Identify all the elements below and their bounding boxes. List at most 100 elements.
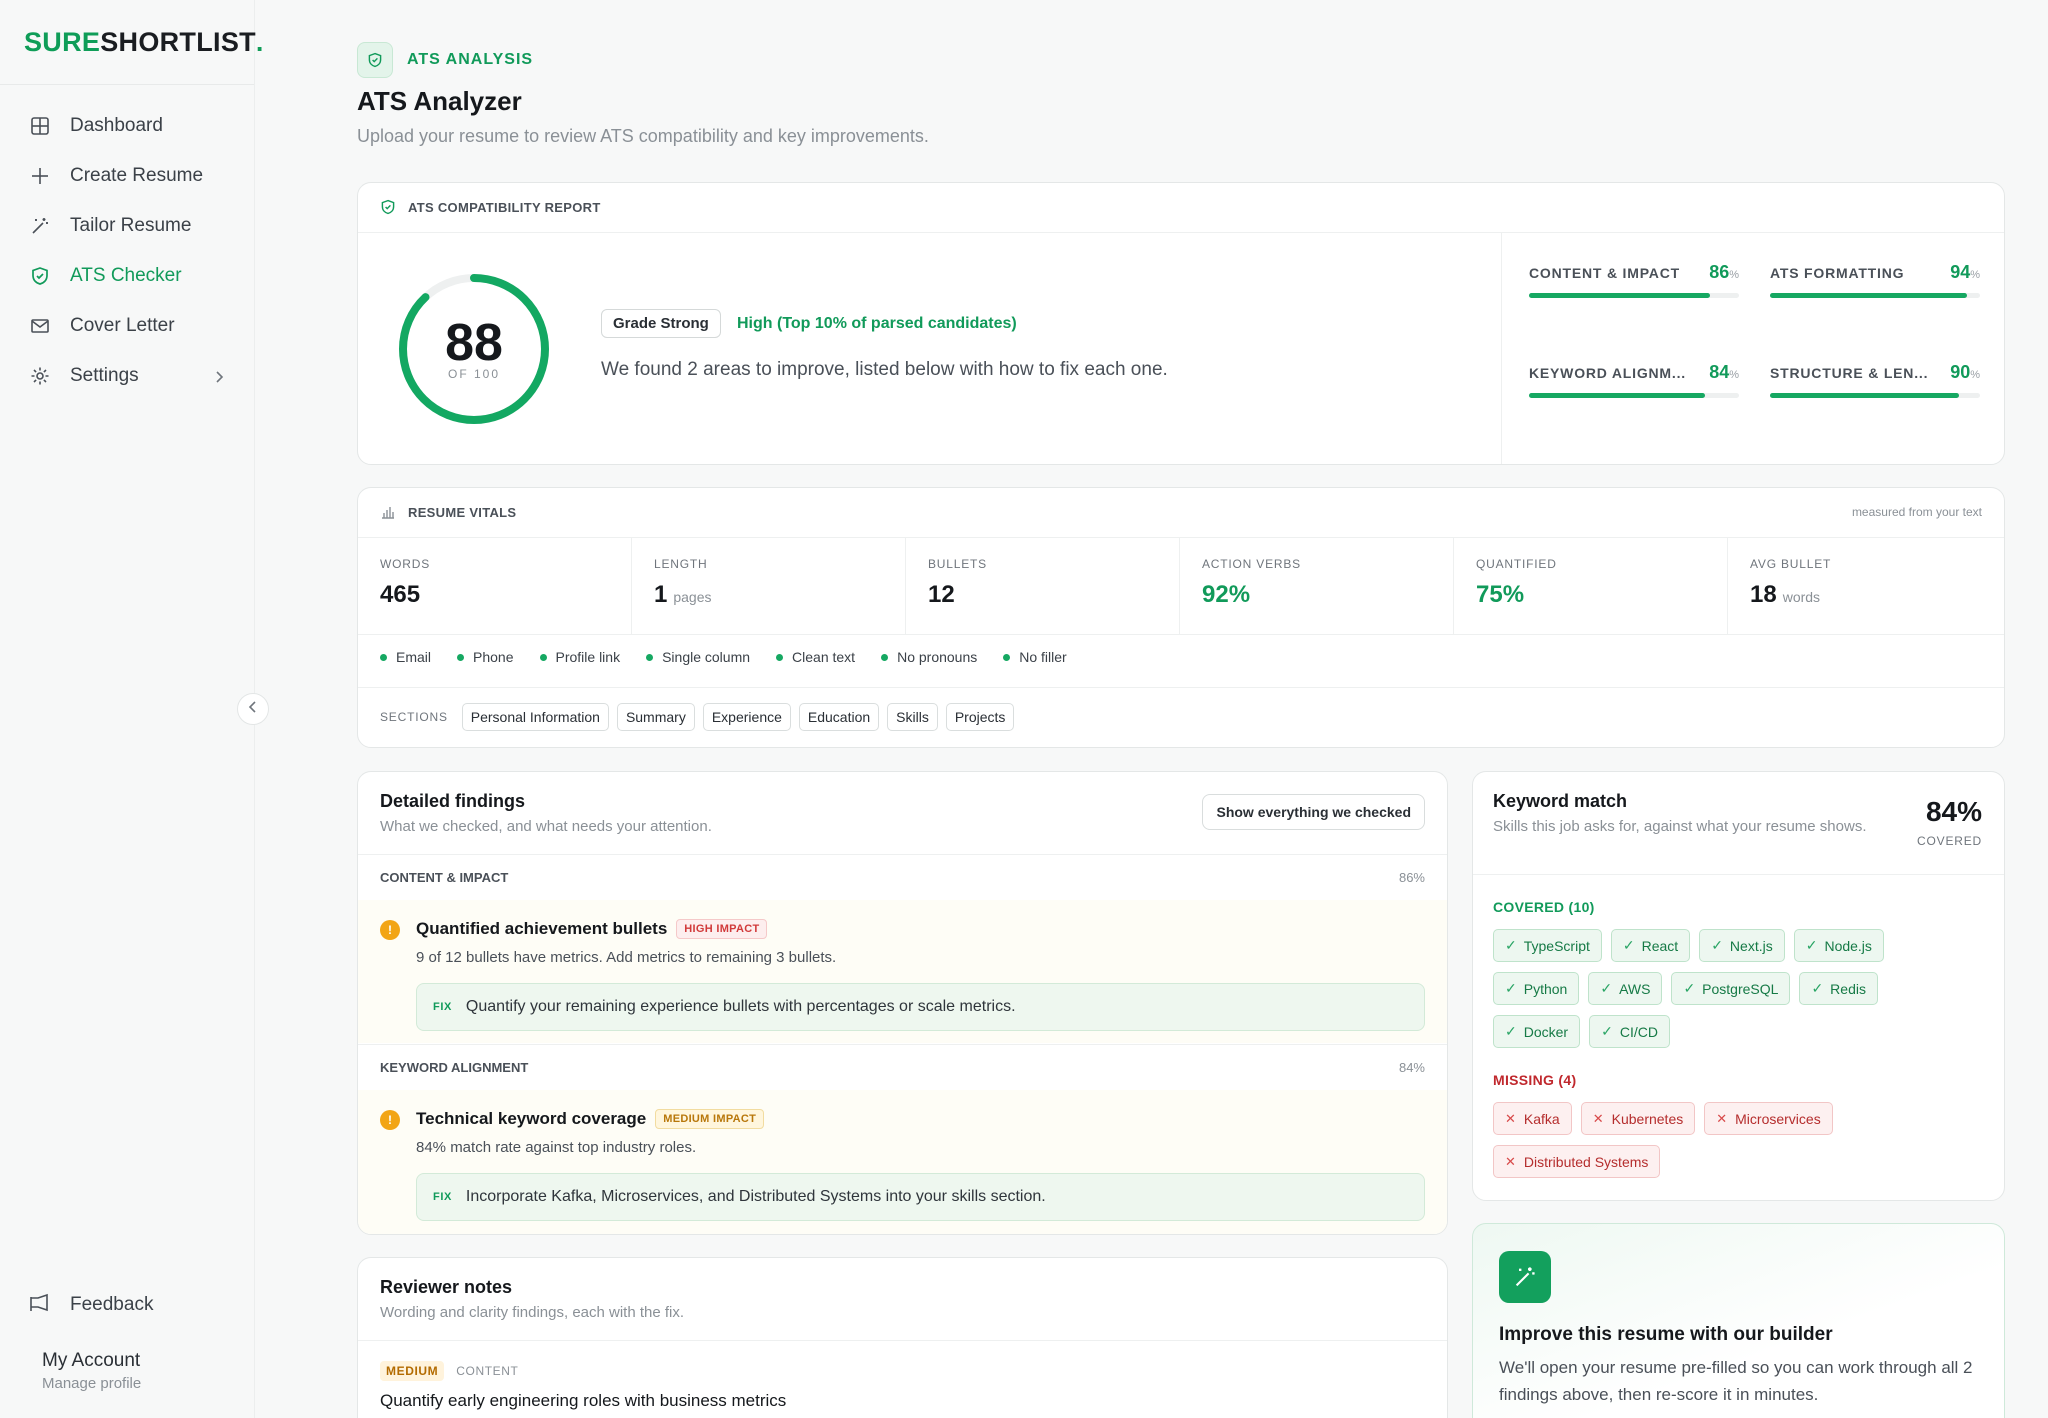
brand-logo[interactable]: SURE SHORTLIST. (0, 0, 263, 85)
keyword-tag-covered: Python (1493, 972, 1580, 1005)
vital-value: 1 (654, 581, 668, 608)
note-meta: MEDIUM CONTENT (380, 1361, 518, 1381)
fix-suggestion: FIX Quantify your remaining experience bu… (416, 983, 1425, 1031)
mail-icon (28, 314, 52, 338)
vital-label: AVG BULLET (1750, 557, 1832, 571)
section-chip: Summary (616, 703, 695, 731)
shield-icon (357, 42, 393, 78)
feedback-button[interactable]: Feedback (0, 1280, 255, 1330)
account-subtitle: Manage profile (42, 1375, 142, 1392)
vital-action-verbs: ACTION VERBS 92% (1180, 537, 1454, 634)
section-chip: Experience (702, 703, 791, 731)
finding-description: 9 of 12 bullets have metrics. Add metric… (416, 949, 837, 966)
percent-sign: % (1970, 269, 1980, 281)
findings-section-label: KEYWORD ALIGNMENT (380, 1060, 529, 1075)
warning-icon: ! (380, 1110, 400, 1130)
fix-suggestion: FIX Incorporate Kafka, Microservices, and… (416, 1173, 1425, 1221)
nav-label: ATS Checker (70, 265, 182, 286)
metric-label: CONTENT & IMPACT (1529, 265, 1680, 281)
nav-item-create-resume[interactable]: Create Resume (0, 151, 254, 201)
keyword-tag-missing: Distributed Systems (1493, 1145, 1661, 1178)
finding-item: ! Quantified achievement bullets HIGH IMP… (358, 900, 1447, 1043)
vital-label: LENGTH (654, 557, 708, 571)
findings-section-header: CONTENT & IMPACT 86% (358, 854, 1447, 900)
missing-tags: Kafka Kubernetes Microservices Distribut… (1493, 1102, 1944, 1178)
metric-bar (1770, 293, 1980, 298)
vital-avg-bullet: AVG BULLET 18 words (1728, 537, 2002, 634)
nav-label: Create Resume (70, 165, 204, 186)
vital-length: LENGTH 1 pages (632, 537, 906, 634)
vital-value: 465 (380, 581, 421, 608)
account-title: My Account (42, 1350, 141, 1371)
check-item: Profile link (540, 649, 621, 665)
keyword-tag-missing: Kubernetes (1580, 1102, 1696, 1135)
divider (358, 232, 2004, 233)
nav-item-settings[interactable]: Settings (0, 351, 254, 401)
account-menu[interactable]: My Account Manage profile (0, 1350, 255, 1418)
grade-badge: Grade Strong (601, 309, 721, 338)
shield-icon (380, 199, 396, 215)
fix-text: Incorporate Kafka, Microservices, and Di… (465, 1188, 1046, 1205)
divider (358, 634, 2004, 635)
keyword-tag-covered: Next.js (1699, 929, 1785, 962)
nav-item-dashboard[interactable]: Dashboard (0, 101, 254, 151)
plus-icon (28, 164, 52, 188)
metric-ats-formatting: ATS FORMATTING 94% (1770, 262, 1980, 298)
metric-bar-fill (1529, 293, 1710, 298)
check-item: No filler (1003, 649, 1066, 665)
keyword-tag-covered: CI/CD (1589, 1015, 1670, 1048)
section-chip: Education (798, 703, 880, 731)
vital-value: 12 (928, 581, 955, 608)
keyword-tag-covered: Docker (1493, 1015, 1581, 1048)
metric-keyword-alignment: KEYWORD ALIGNM... 84% (1529, 362, 1739, 398)
improve-description: We'll open your resume pre-filled so you… (1499, 1358, 1973, 1404)
metric-value: 94 (1950, 262, 1971, 282)
divider (358, 1340, 1447, 1341)
sidebar: SURE SHORTLIST. Dashboard Create Resume T… (0, 0, 263, 1418)
vital-value: 75% (1476, 581, 1525, 608)
wand-icon (28, 214, 52, 238)
section-chip: Skills (887, 703, 938, 731)
vital-value: 92% (1202, 581, 1251, 608)
fix-text: Quantify your remaining experience bulle… (465, 998, 1016, 1015)
shield-icon (28, 264, 52, 288)
page-kicker: ATS ANALYSIS (407, 51, 534, 68)
resume-vitals-card: RESUME VITALS measured from your text WO… (357, 487, 2005, 748)
vital-quantified: QUANTIFIED 75% (1454, 537, 1728, 634)
improve-builder-card[interactable]: Improve this resume with our builder We'… (1472, 1223, 2005, 1418)
logo-part-2: SHORTLIST (100, 26, 256, 57)
percent-sign: % (1970, 369, 1980, 381)
keyword-tag-covered: AWS (1588, 972, 1663, 1005)
vitals-note: measured from your text (1851, 505, 1982, 519)
impact-badge: HIGH IMPACT (676, 919, 768, 939)
check-item: Single column (646, 649, 750, 665)
nav-item-tailor-resume[interactable]: Tailor Resume (0, 201, 254, 251)
keyword-subtitle: Skills this job asks for, against what y… (1493, 818, 1867, 835)
keyword-tag-covered: Redis (1799, 972, 1878, 1005)
ats-report-card: ATS COMPATIBILITY REPORT 88 OF 100 Grade… (357, 182, 2005, 465)
percent-sign: % (1729, 269, 1739, 281)
finding-title: Quantified achievement bullets (416, 919, 668, 938)
logo-part-1: SURE (24, 26, 101, 57)
nav-label: Settings (70, 365, 139, 386)
nav-item-ats-checker[interactable]: ATS Checker (0, 251, 254, 301)
notes-subtitle: Wording and clarity findings, each with … (380, 1304, 685, 1321)
metric-structure-length: STRUCTURE & LEN... 90% (1770, 362, 1980, 398)
wand-icon (1499, 1251, 1551, 1303)
finding-description: 84% match rate against top industry role… (416, 1139, 697, 1156)
nav-item-cover-letter[interactable]: Cover Letter (0, 301, 254, 351)
keyword-title: Keyword match (1493, 791, 1628, 811)
vital-unit: words (1782, 589, 1821, 605)
metric-value: 86 (1709, 262, 1730, 282)
logo-dot: . (255, 26, 264, 57)
metric-content-impact: CONTENT & IMPACT 86% (1529, 262, 1739, 298)
check-item: Email (380, 649, 431, 665)
show-all-checks-button[interactable]: Show everything we checked (1202, 794, 1425, 830)
keyword-covered-label: COVERED (1917, 834, 1982, 848)
divider (358, 687, 2004, 688)
fix-label: FIX (433, 1001, 452, 1013)
megaphone-icon (28, 1293, 52, 1317)
section-chip: Projects (945, 703, 1015, 731)
warning-icon: ! (380, 920, 400, 940)
collapse-sidebar-button[interactable] (237, 693, 269, 725)
